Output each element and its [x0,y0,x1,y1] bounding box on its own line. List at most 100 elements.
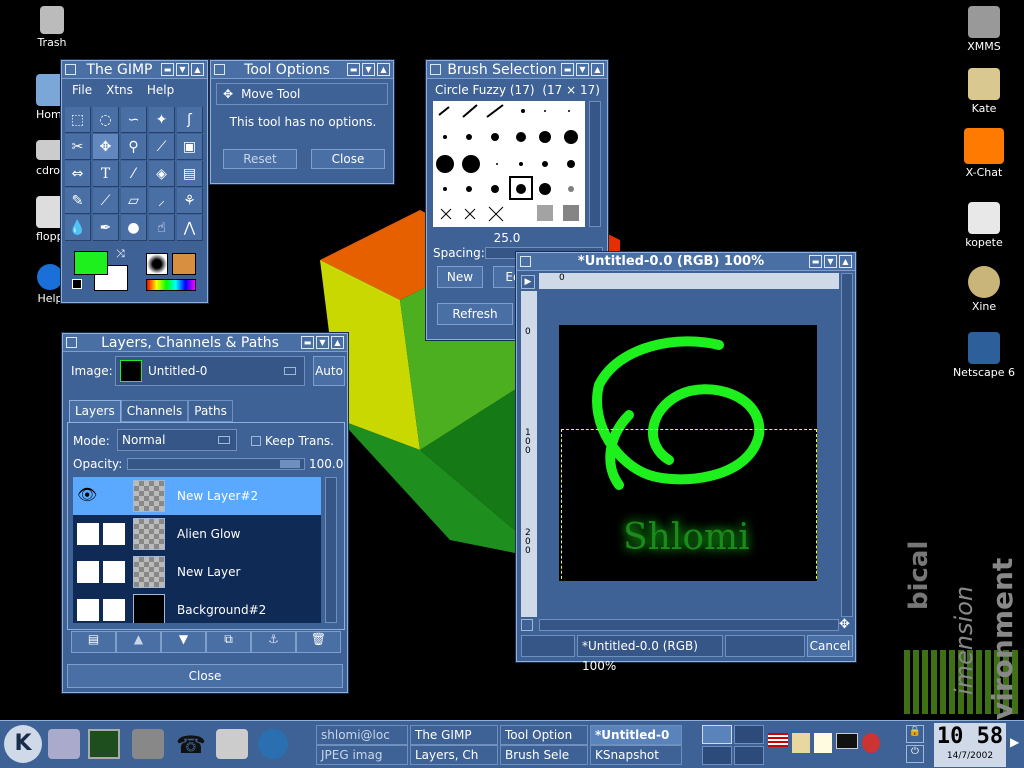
transform-tool[interactable]: ▣ [177,134,203,160]
task-button[interactable]: Tool Option [500,725,588,745]
color-picker-tool[interactable]: ⁄ [121,161,147,187]
phone-icon[interactable]: ☎ [176,731,206,759]
visibility-toggle[interactable] [77,523,99,545]
eraser-tool[interactable]: ▱ [121,188,147,214]
maximize-button[interactable]: ▲ [839,255,852,268]
desktop-icon-xine[interactable]: Xine [952,266,1016,313]
paintbrush-tool[interactable]: ⟋ [93,188,119,214]
layers-titlebar[interactable]: Layers, Channels & Paths ▬ ▼ ▲ [63,334,347,352]
color-area[interactable]: ⤨ [70,247,130,293]
layer-row[interactable]: Alien Glow [73,515,321,553]
task-button[interactable]: Layers, Ch [410,745,498,765]
mode-select[interactable]: Normal [117,429,237,451]
image-window-titlebar[interactable]: *Untitled-0.0 (RGB) 100% ▬ ▼ ▲ [517,253,855,271]
duplicate-layer-button[interactable]: ⧉ [206,631,251,653]
layer-row[interactable]: Background#2 [73,591,321,623]
lock-screen-icon[interactable]: 🔒 [906,725,924,743]
minimize-button[interactable]: ▼ [576,63,589,76]
settings-tray-icon[interactable] [862,733,880,753]
opacity-slider[interactable] [127,458,305,470]
image-select[interactable]: Untitled-0 [115,356,305,386]
tab-channels[interactable]: Channels [120,400,189,422]
tab-paths[interactable]: Paths [188,400,233,422]
file-manager-icon[interactable] [132,729,164,759]
visibility-eye-icon[interactable]: 👁 [77,485,99,507]
task-button[interactable]: The GIMP [410,725,498,745]
panel-hide-arrow-icon[interactable]: ▶ [1010,735,1019,749]
brush-selection-titlebar[interactable]: Brush Selection ▬ ▼ ▲ [427,61,607,79]
minimize-button[interactable]: ▼ [824,255,837,268]
pencil-tool[interactable]: ✎ [65,188,91,214]
desktop-icon-xmms[interactable]: XMMS [952,6,1016,53]
visibility-toggle[interactable] [77,561,99,583]
cancel-button[interactable]: Cancel [807,635,853,657]
layer-row[interactable]: New Layer [73,553,321,591]
lasso-tool[interactable]: ∽ [121,107,147,133]
foreground-color-swatch[interactable] [74,251,108,275]
layer-list-scrollbar[interactable] [325,477,337,623]
flip-tool[interactable]: ⇔ [65,161,91,187]
notes-icon[interactable] [814,733,832,753]
refresh-button[interactable]: Refresh [437,303,513,325]
minimize-button[interactable]: ▼ [362,63,375,76]
window-menu-button[interactable] [66,337,77,348]
visibility-toggle[interactable] [77,599,99,621]
canvas-area[interactable]: Shlomi [539,291,839,617]
show-desktop-icon[interactable] [48,729,80,759]
pager-desktop-3[interactable] [702,746,732,765]
pattern-indicator[interactable] [172,253,196,275]
desktop-icon-xchat[interactable]: X-Chat [952,128,1016,179]
brush-indicator[interactable] [146,253,168,275]
bezier-select-tool[interactable]: ʃ [177,107,203,133]
tab-layers[interactable]: Layers [69,400,121,422]
image-canvas[interactable]: Shlomi [559,325,817,581]
task-button[interactable]: Brush Sele [500,745,588,765]
magnify-tool[interactable]: ⚲ [121,134,147,160]
desktop-icon-kate[interactable]: Kate [952,68,1016,115]
brush-scrollbar[interactable] [589,101,601,227]
keep-trans-checkbox[interactable] [251,436,261,446]
smudge-tool[interactable]: ☝ [149,215,175,241]
ellipse-select-tool[interactable]: ◌ [93,107,119,133]
logout-icon[interactable]: ⏻ [906,745,924,763]
new-brush-button[interactable]: New [437,266,483,288]
task-button[interactable]: JPEG imag [316,745,408,765]
desktop-icon-netscape[interactable]: Netscape 6 [952,332,1016,379]
lower-layer-button[interactable]: ▼ [161,631,206,653]
gradient-indicator[interactable] [146,279,196,291]
layer-link-toggle[interactable] [103,599,125,621]
navigate-icon[interactable]: ✥ [839,617,850,632]
k-menu-icon[interactable]: K [4,725,42,763]
menu-file[interactable]: File [72,83,92,97]
delete-layer-button[interactable]: 🗑 [296,631,341,653]
move-tool[interactable]: ✥ [93,134,119,160]
menu-help[interactable]: Help [147,83,174,97]
close-button[interactable]: Close [311,149,385,169]
reset-button[interactable]: Reset [223,149,297,169]
layer-link-toggle[interactable] [103,523,125,545]
pager-desktop-2[interactable] [734,725,764,744]
layer-link-toggle[interactable] [103,485,125,507]
canvas-vertical-scrollbar[interactable] [841,273,853,617]
image-menu-arrow-icon[interactable]: ▶ [521,275,535,289]
minimize-button[interactable]: ▼ [176,63,189,76]
maximize-button[interactable]: ▲ [377,63,390,76]
close-button[interactable]: Close [67,664,343,688]
clone-tool[interactable]: ⚘ [177,188,203,214]
tool-options-titlebar[interactable]: Tool Options ▬ ▼ ▲ [211,61,393,79]
cassette-icon[interactable] [836,733,858,749]
window-menu-button[interactable] [430,64,441,75]
clipboard-icon[interactable] [792,733,810,753]
flag-us-icon[interactable] [768,733,788,747]
maximize-button[interactable]: ▲ [591,63,604,76]
blur-tool[interactable]: 💧 [65,215,91,241]
text-tool[interactable]: T [93,161,119,187]
desktop-icon-kopete[interactable]: kopete [952,202,1016,249]
desktop-pager[interactable] [702,725,764,765]
rect-select-tool[interactable]: ⬚ [65,107,91,133]
shade-button[interactable]: ▬ [161,63,174,76]
measure-tool[interactable]: ⋀ [177,215,203,241]
task-button[interactable]: KSnapshot [590,745,682,765]
clock[interactable]: 10 58 14/7/2002 [934,723,1006,767]
crop-tool[interactable]: ⟋ [149,134,175,160]
